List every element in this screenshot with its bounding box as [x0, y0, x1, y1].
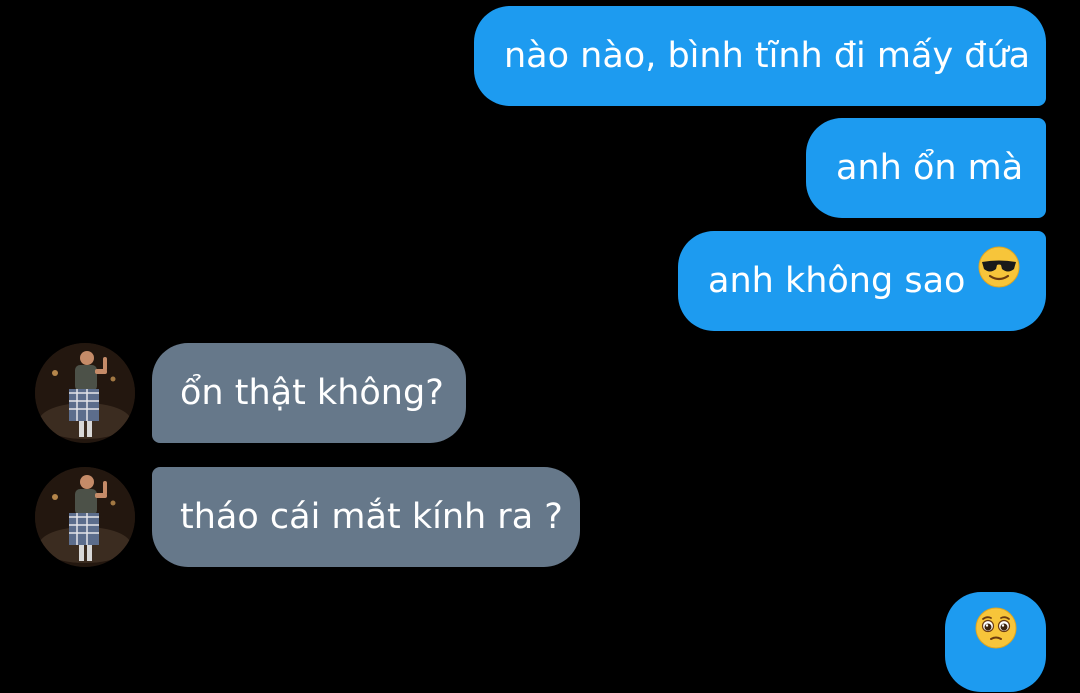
contact-avatar[interactable] [35, 343, 135, 443]
incoming-message-bubble[interactable]: tháo cái mắt kính ra ? [152, 467, 580, 567]
outgoing-message-bubble[interactable]: nào nào, bình tĩnh đi mấy đứa [474, 6, 1046, 106]
pleading-face-icon [974, 589, 1018, 689]
message-text: anh ổn mà [836, 148, 1024, 188]
message-text: ổn thật không? [180, 373, 444, 413]
incoming-message-bubble[interactable]: ổn thật không? [152, 343, 466, 443]
outgoing-message-bubble[interactable] [945, 592, 1046, 692]
contact-avatar[interactable] [35, 467, 135, 567]
outgoing-message-bubble[interactable]: anh không sao [678, 231, 1046, 331]
message-text: nào nào, bình tĩnh đi mấy đứa [504, 36, 1031, 76]
outgoing-message-bubble[interactable]: anh ổn mà [806, 118, 1046, 218]
smiling-face-with-sunglasses-icon [977, 228, 1021, 328]
message-text: anh không sao [708, 261, 966, 301]
message-text: tháo cái mắt kính ra ? [180, 497, 563, 537]
